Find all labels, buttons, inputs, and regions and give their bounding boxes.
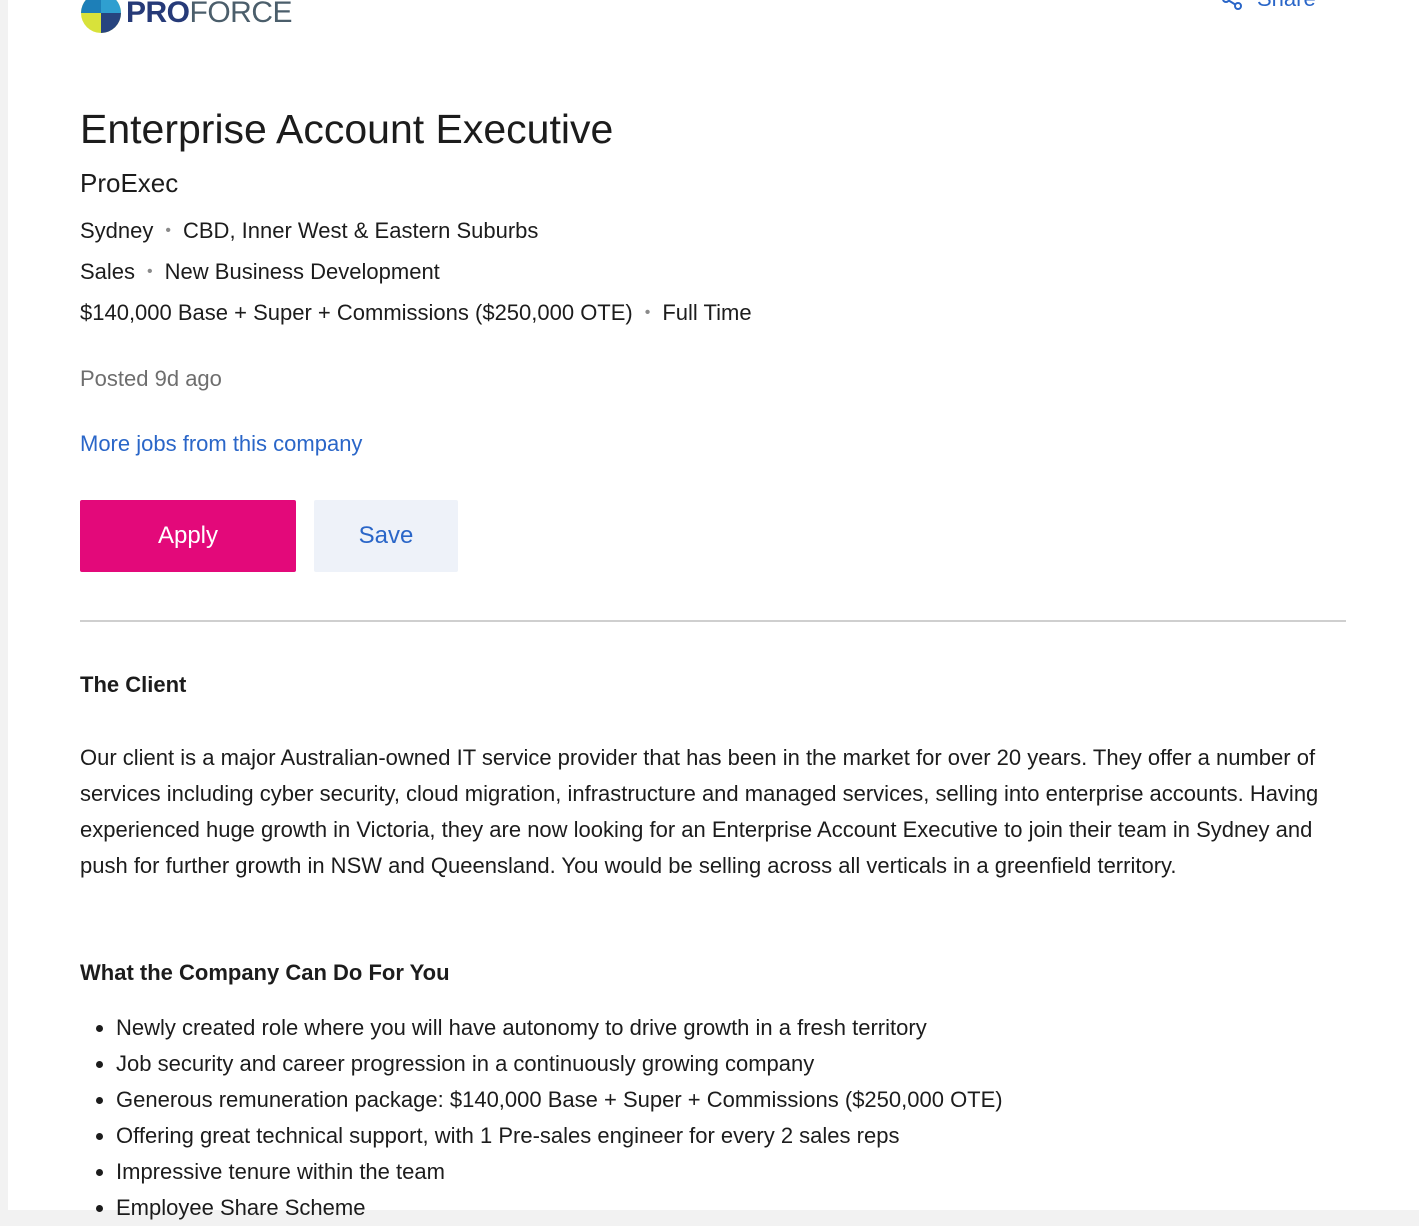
logo-mark-icon <box>81 0 121 33</box>
job-pay: $140,000 Base + Super + Commissions ($25… <box>80 300 752 326</box>
separator-dot: • <box>644 304 651 321</box>
location-city: Sydney <box>80 218 154 243</box>
job-page: PROFORCE Share Enterprise Account Execut… <box>8 0 1419 1220</box>
list-item: Employee Share Scheme <box>116 1190 1003 1226</box>
client-paragraph: Our client is a major Australian-owned I… <box>80 745 1319 878</box>
company-name: ProExec <box>80 168 179 198</box>
client-heading: The Client <box>80 672 187 697</box>
list-item: Generous remuneration package: $140,000 … <box>116 1082 1003 1118</box>
work-type: Full Time <box>662 300 752 325</box>
list-item: Job security and career progression in a… <box>116 1046 1003 1082</box>
list-item: Newly created role where you will have a… <box>116 1010 1003 1046</box>
separator-dot: • <box>165 222 171 239</box>
share-button[interactable]: Share <box>1221 0 1316 12</box>
list-item: Impressive tenure within the team <box>116 1154 1003 1190</box>
logo-text: PROFORCE <box>126 0 293 29</box>
apply-button[interactable]: Apply <box>80 500 296 572</box>
divider <box>80 620 1346 622</box>
classification-category: Sales <box>80 259 136 284</box>
job-title: Enterprise Account Executive <box>80 106 614 152</box>
share-label: Share <box>1257 0 1316 12</box>
list-item: Offering great technical support, with 1… <box>116 1118 1003 1154</box>
more-jobs-link[interactable]: More jobs from this company <box>80 431 362 457</box>
job-classification: Sales • New Business Development <box>80 259 440 285</box>
save-button[interactable]: Save <box>314 500 458 572</box>
benefits-list: Newly created role where you will have a… <box>80 1010 1003 1226</box>
benefits-heading: What the Company Can Do For You <box>80 960 450 985</box>
location-area: CBD, Inner West & Eastern Suburbs <box>183 218 539 243</box>
posted-date: Posted 9d ago <box>80 366 222 391</box>
classification-subcategory: New Business Development <box>164 259 440 284</box>
job-location: Sydney • CBD, Inner West & Eastern Subur… <box>80 218 538 244</box>
salary: $140,000 Base + Super + Commissions ($25… <box>80 300 633 325</box>
company-logo[interactable]: PROFORCE <box>80 0 293 40</box>
separator-dot: • <box>147 263 153 280</box>
share-icon <box>1222 0 1242 10</box>
